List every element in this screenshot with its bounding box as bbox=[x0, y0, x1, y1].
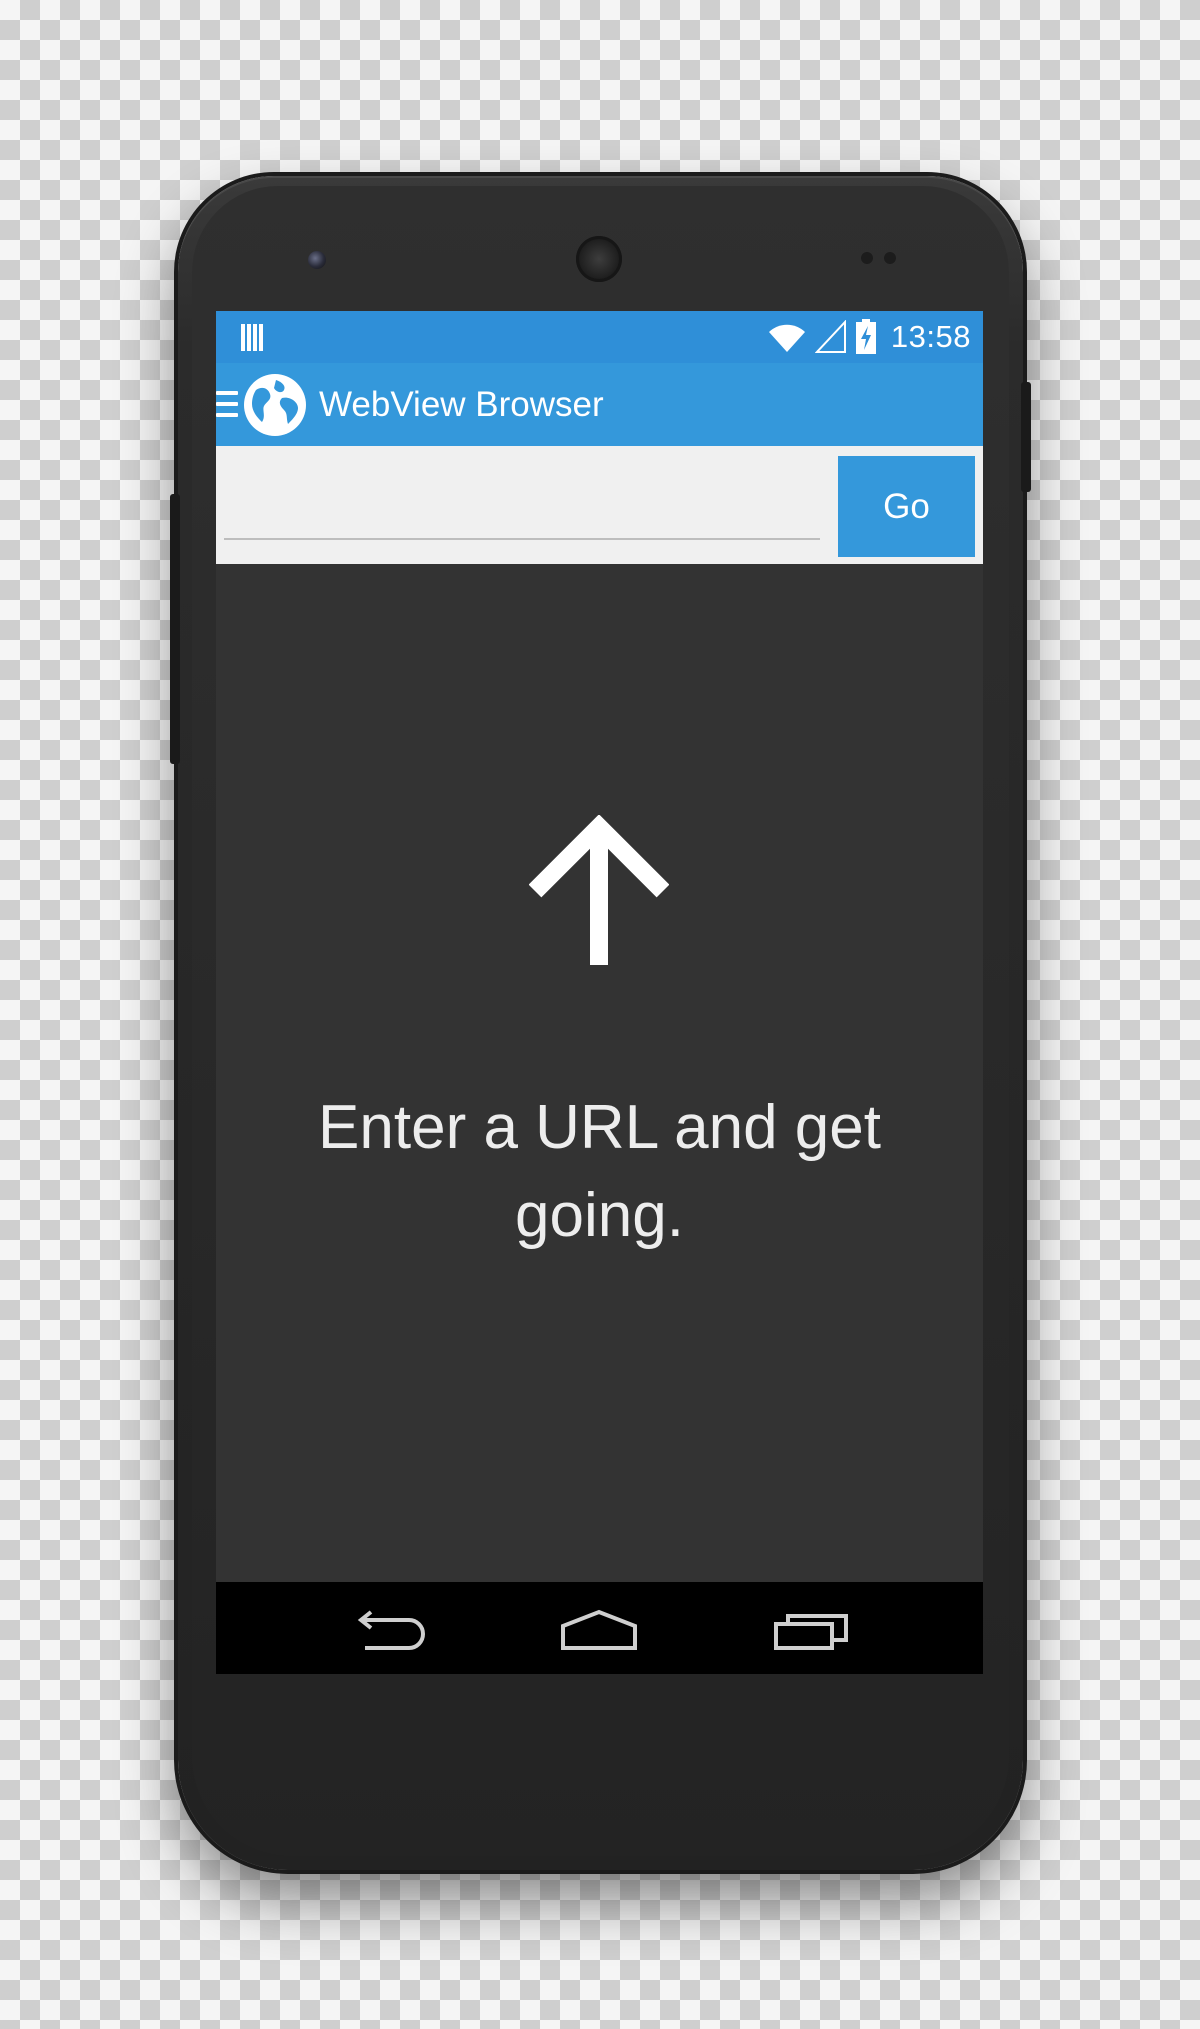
status-bar: 13:58 bbox=[216, 311, 983, 363]
recents-icon[interactable] bbox=[772, 1608, 852, 1652]
url-bar: Go bbox=[216, 446, 983, 564]
proximity-sensor bbox=[861, 252, 873, 264]
light-sensor bbox=[884, 252, 896, 264]
back-icon[interactable] bbox=[349, 1608, 429, 1652]
go-button[interactable]: Go bbox=[838, 456, 975, 557]
action-bar: WebView Browser bbox=[216, 363, 983, 446]
content-area: Enter a URL and get going. bbox=[216, 564, 983, 1582]
navigation-bar bbox=[216, 1582, 983, 1674]
status-icons: 13:58 bbox=[767, 311, 971, 363]
url-input[interactable] bbox=[224, 456, 820, 540]
phone-screen: 13:58 WebView Browser Go Enter a URL and… bbox=[216, 311, 983, 1674]
empty-state-message: Enter a URL and get going. bbox=[318, 1093, 881, 1250]
notification-icon bbox=[241, 324, 265, 351]
app-title: WebView Browser bbox=[319, 385, 604, 424]
front-camera bbox=[308, 251, 326, 269]
home-icon[interactable] bbox=[559, 1608, 639, 1652]
status-time: 13:58 bbox=[890, 319, 971, 354]
globe-icon bbox=[244, 374, 306, 436]
earpiece-speaker bbox=[576, 236, 622, 282]
wifi-icon bbox=[768, 324, 805, 352]
menu-icon[interactable] bbox=[216, 391, 238, 417]
volume-key bbox=[170, 494, 180, 764]
power-key bbox=[1021, 382, 1031, 492]
battery-charging-icon bbox=[855, 319, 876, 354]
signal-icon bbox=[814, 320, 846, 353]
arrow-up-icon bbox=[529, 815, 669, 965]
